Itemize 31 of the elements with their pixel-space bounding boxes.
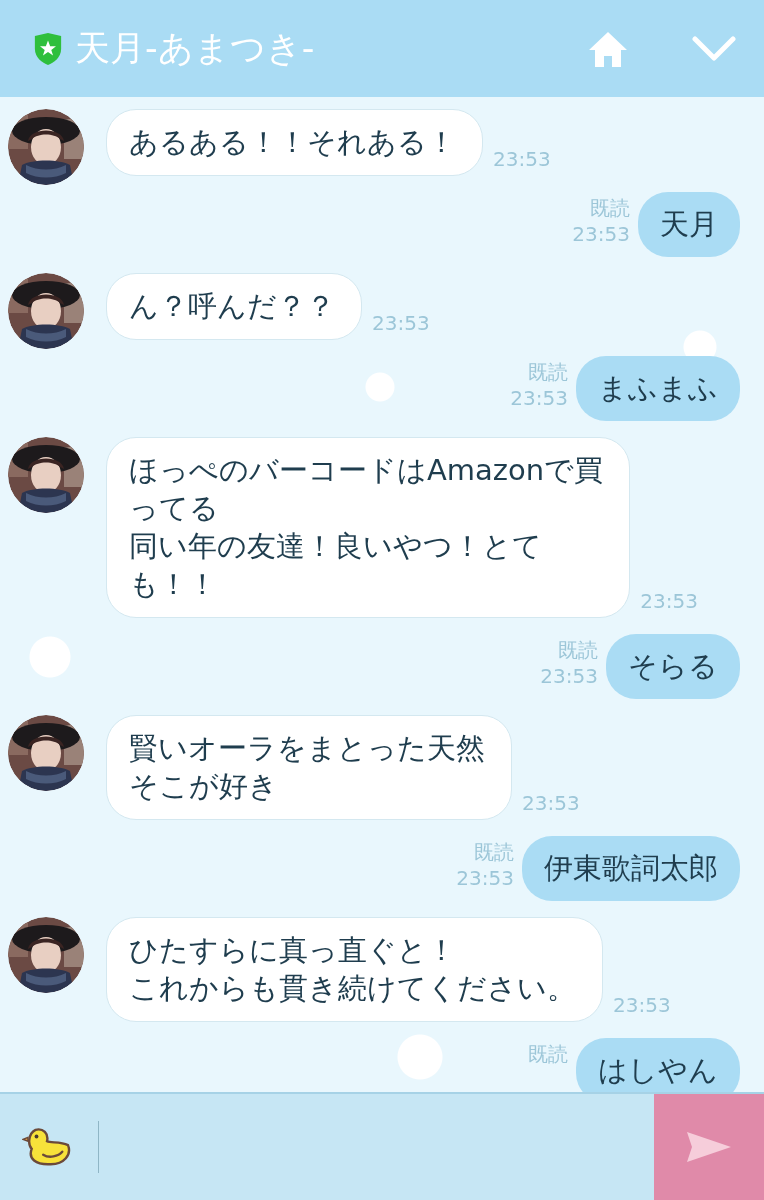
message-time: 23:53 (456, 865, 514, 891)
message-bubble: ほっぺのバーコードはAmazonで買 ってる 同い年の友達！良いやつ！とて も！！ (106, 437, 631, 618)
send-icon (686, 1130, 732, 1164)
message-bubble: ひたすらに真っ直ぐと！ これからも貫き続けてください。 (106, 917, 603, 1022)
message-bubble: はしやん (576, 1038, 740, 1092)
chevron-down-icon[interactable] (692, 35, 736, 62)
read-receipt: 既読 (474, 839, 514, 865)
message-time: 23:53 (640, 588, 698, 614)
read-receipt: 既読 (590, 195, 630, 221)
read-receipt: 既読 (528, 359, 568, 385)
message-time: 23:53 (613, 992, 671, 1018)
message-bubble: 天月 (638, 192, 740, 257)
message-bubble: そらる (606, 634, 740, 699)
duck-icon[interactable] (22, 1126, 72, 1168)
shield-star-icon (33, 31, 63, 66)
message-bubble: 伊東歌詞太郎 (522, 836, 740, 901)
message-time: 23:53 (522, 790, 580, 816)
message-time: 23:53 (572, 221, 630, 247)
home-icon[interactable] (588, 29, 628, 68)
message-time: 23:53 (540, 663, 598, 689)
send-button[interactable] (654, 1094, 764, 1200)
message-bubble: 賢いオーラをまとった天然 そこが好き (106, 715, 512, 820)
message-bubble: あるある！！それある！ (106, 109, 483, 176)
message-time: 23:53 (372, 310, 430, 336)
message-time: 23:53 (493, 146, 551, 172)
message-bubble: ん？呼んだ？？ (106, 273, 362, 340)
read-receipt: 既読 (558, 637, 598, 663)
chat-title: 天月-あまつき- (75, 27, 315, 70)
message-time: 23:53 (510, 385, 568, 411)
message-bubble: まふまふ (576, 356, 740, 421)
read-receipt: 既読 (528, 1041, 568, 1067)
